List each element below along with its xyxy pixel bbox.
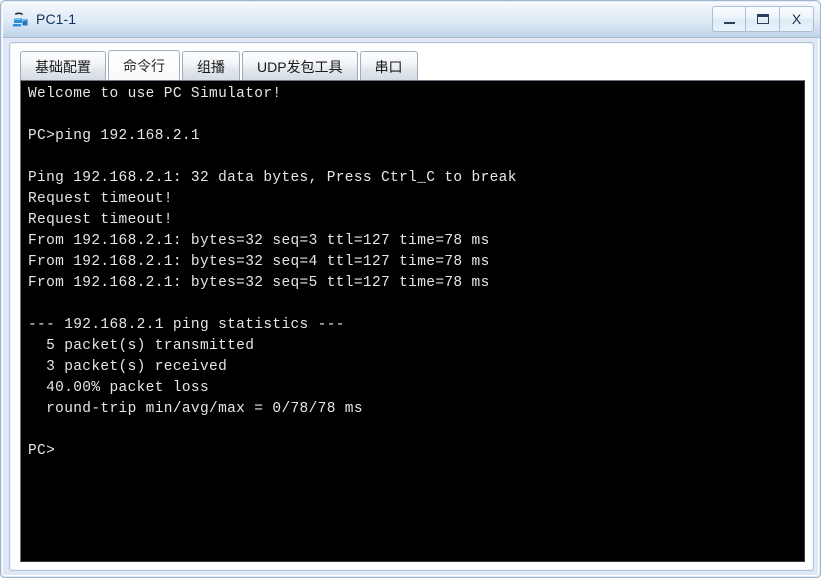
content-panel: 基础配置 命令行 组播 UDP发包工具 串口 Welcome to use PC… — [9, 42, 814, 571]
tab-command-line[interactable]: 命令行 — [108, 50, 180, 81]
terminal-console[interactable]: Welcome to use PC Simulator! PC>ping 192… — [20, 80, 805, 562]
close-button[interactable]: X — [780, 6, 814, 32]
terminal-line: 5 packet(s) transmitted — [28, 338, 255, 354]
pc-simulator-icon — [11, 10, 31, 30]
tab-label: 串口 — [374, 58, 403, 75]
terminal-line: Ping 192.168.2.1: 32 data bytes, Press C… — [28, 170, 517, 186]
terminal-line: round-trip min/avg/max = 0/78/78 ms — [28, 401, 363, 417]
tab-label: UDP发包工具 — [257, 58, 343, 75]
maximize-button[interactable] — [746, 6, 780, 32]
terminal-line: From 192.168.2.1: bytes=32 seq=3 ttl=127… — [28, 233, 490, 249]
terminal-line: 40.00% packet loss — [28, 380, 210, 396]
window-title: PC1-1 — [36, 11, 77, 27]
tab-basic-config[interactable]: 基础配置 — [20, 51, 106, 81]
terminal-line: From 192.168.2.1: bytes=32 seq=5 ttl=127… — [28, 275, 490, 291]
window-controls: X — [712, 6, 814, 32]
tab-multicast[interactable]: 组播 — [182, 51, 240, 81]
content-inner: 基础配置 命令行 组播 UDP发包工具 串口 Welcome to use PC… — [11, 44, 812, 569]
terminal-line: Request timeout! — [28, 191, 173, 207]
terminal-line: 3 packet(s) received — [28, 359, 228, 375]
minimize-button[interactable] — [712, 6, 746, 32]
pc-simulator-window: PC1-1 X 基础配置 命令行 组播 UDP发包工具 串口 Welcome t… — [0, 0, 821, 578]
terminal-line: Request timeout! — [28, 212, 173, 228]
terminal-output[interactable]: Welcome to use PC Simulator! PC>ping 192… — [28, 84, 802, 561]
terminal-line: From 192.168.2.1: bytes=32 seq=4 ttl=127… — [28, 254, 490, 270]
title-bar[interactable]: PC1-1 X — [3, 3, 820, 38]
tab-label: 组播 — [197, 58, 225, 75]
terminal-line: --- 192.168.2.1 ping statistics --- — [28, 317, 345, 333]
tab-udp-tool[interactable]: UDP发包工具 — [242, 51, 358, 81]
tab-label: 基础配置 — [35, 58, 91, 75]
tab-strip: 基础配置 命令行 组播 UDP发包工具 串口 — [11, 44, 812, 81]
minimize-icon — [723, 21, 735, 24]
terminal-line: PC> — [28, 443, 56, 459]
terminal-line: PC>ping 192.168.2.1 — [28, 128, 200, 144]
maximize-icon — [756, 14, 769, 24]
tab-serial-port[interactable]: 串口 — [359, 51, 418, 81]
terminal-line: Welcome to use PC Simulator! — [28, 86, 282, 102]
tab-label: 命令行 — [123, 58, 165, 74]
close-icon: X — [791, 11, 802, 27]
